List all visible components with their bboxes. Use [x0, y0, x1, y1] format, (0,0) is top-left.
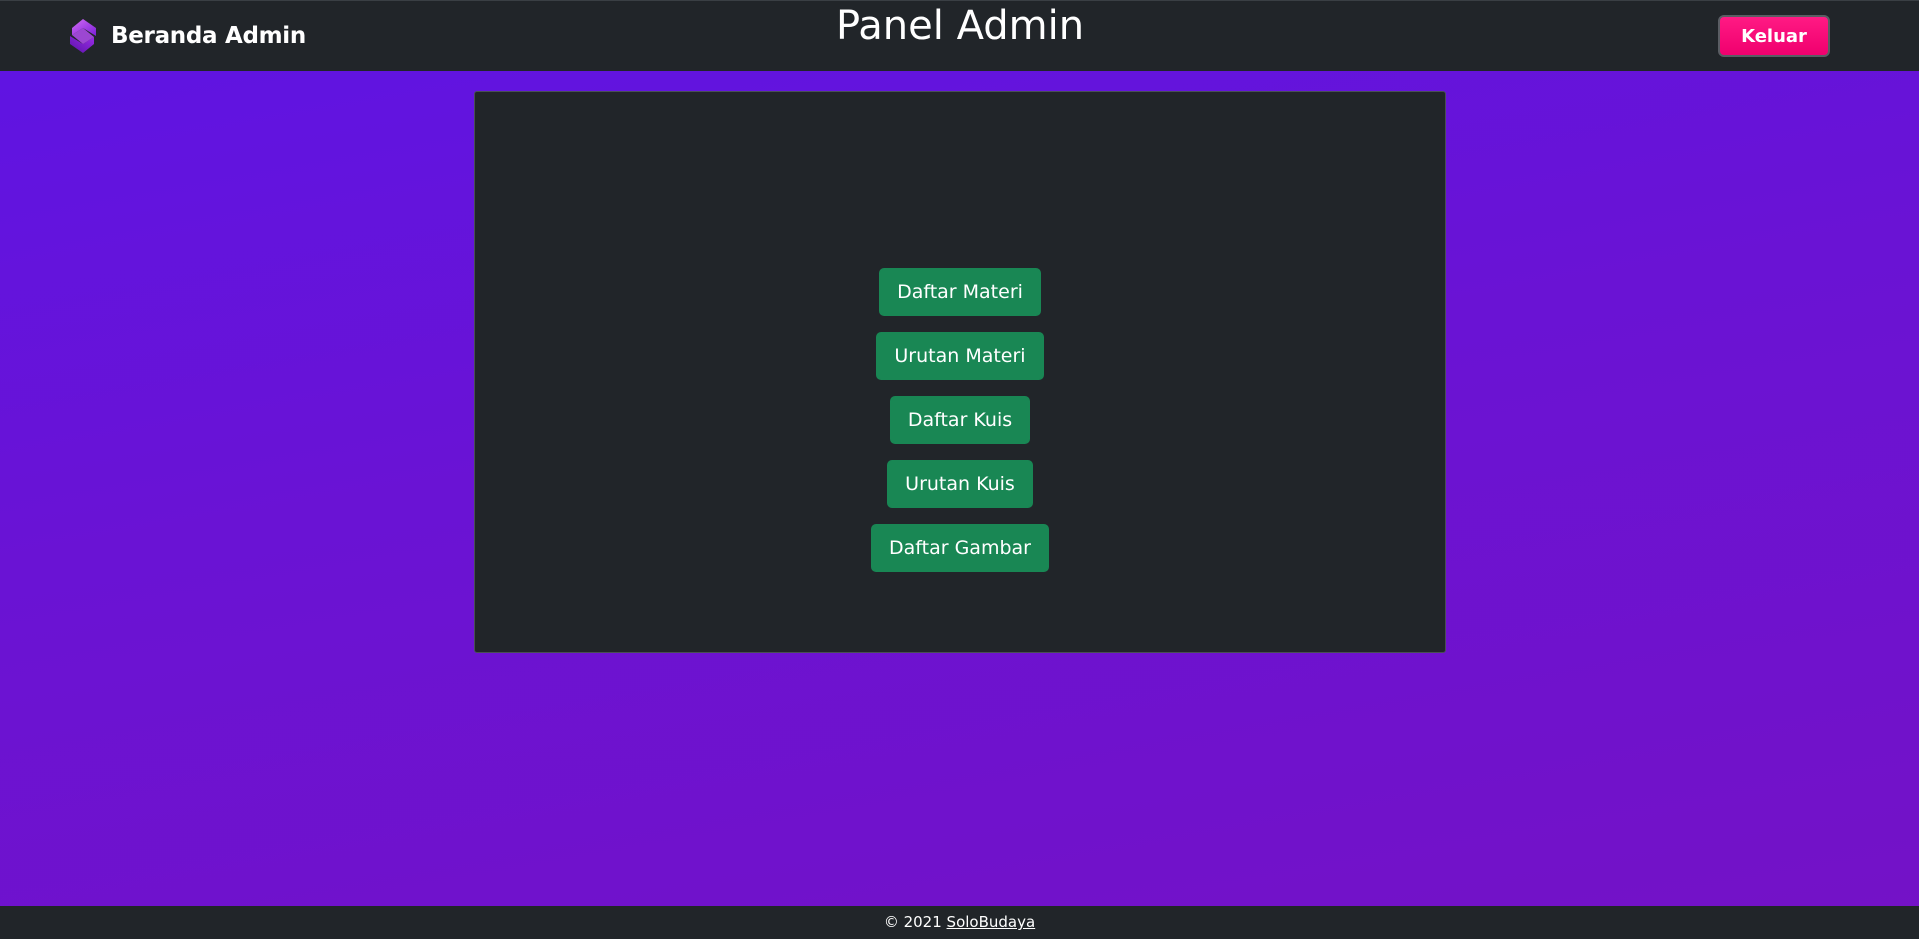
- daftar-kuis-button[interactable]: Daftar Kuis: [889, 396, 1031, 444]
- footer: © 2021 SoloBudaya: [0, 906, 1919, 939]
- brand-title: Beranda Admin: [111, 23, 306, 49]
- logout-button[interactable]: Keluar: [1718, 15, 1830, 57]
- urutan-materi-button[interactable]: Urutan Materi: [876, 332, 1044, 380]
- page-title: Panel Admin: [835, 3, 1085, 49]
- brand-link[interactable]: Beranda Admin: [69, 17, 306, 55]
- urutan-kuis-button[interactable]: Urutan Kuis: [887, 460, 1033, 508]
- footer-copyright: © 2021: [883, 913, 942, 931]
- admin-panel: Panel Admin Daftar Materi Urutan Materi …: [474, 3, 1446, 653]
- daftar-materi-button[interactable]: Daftar Materi: [879, 268, 1041, 316]
- daftar-gambar-button[interactable]: Daftar Gambar: [871, 524, 1049, 572]
- admin-actions: Daftar Materi Urutan Materi Daftar Kuis …: [475, 268, 1445, 572]
- logo-icon: [70, 19, 96, 53]
- footer-solobudaya-link[interactable]: SoloBudaya: [947, 913, 1036, 931]
